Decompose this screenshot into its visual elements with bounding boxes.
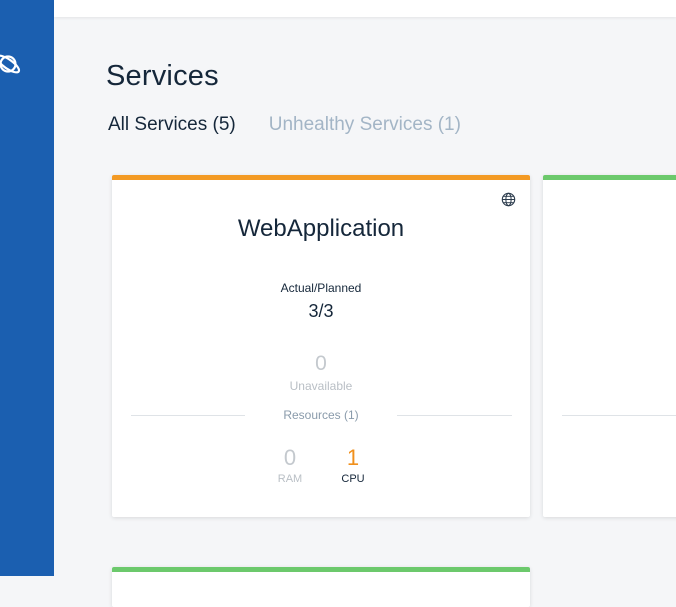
planet-icon[interactable] [0,50,24,78]
cpu-label: CPU [341,473,365,485]
actual-planned-label: Actual/Planned [280,281,362,295]
globe-icon[interactable] [501,192,516,207]
top-bar [54,0,676,17]
status-stripe [112,175,530,180]
service-card[interactable] [112,567,530,607]
unavailable-label: Unavailable [289,379,353,393]
tab-unhealthy-services[interactable]: Unhealthy Services (1) [269,114,461,136]
service-card[interactable] [543,175,676,517]
service-tabs: All Services (5) Unhealthy Services (1) [108,114,461,136]
tab-all-services[interactable]: All Services (5) [108,114,236,136]
service-name[interactable]: WebApplication [112,215,530,243]
page-title: Services [106,60,219,92]
service-card[interactable]: WebApplication Actual/Planned 3/3 0 Unav… [112,175,530,517]
cpu-value: 1 [346,445,360,470]
status-stripe [112,567,530,572]
divider [562,415,676,416]
unavailable-count: 0 [315,352,327,375]
sidebar [0,0,54,576]
status-stripe [543,175,676,180]
divider [397,415,512,416]
ram-value: 0 [283,445,297,470]
ram-label: RAM [277,473,303,485]
actual-planned-value: 3/3 [308,301,334,321]
